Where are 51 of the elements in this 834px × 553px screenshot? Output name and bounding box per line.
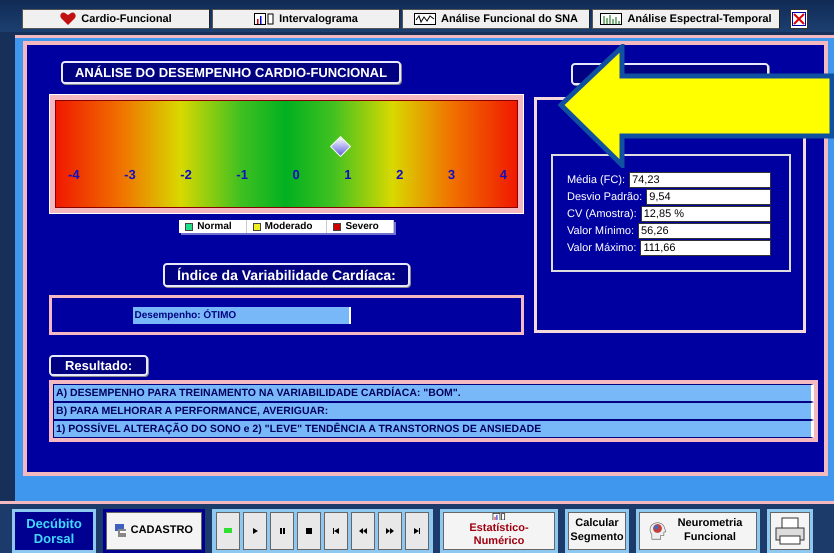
stat-value-field: 9,54 <box>646 189 771 205</box>
close-icon <box>792 12 806 26</box>
chart-icon <box>254 13 274 25</box>
tab[interactable]: Cardio-Funcional <box>22 9 210 29</box>
stat-label: Desvio Padrão: <box>567 191 642 203</box>
media-button[interactable] <box>270 512 294 550</box>
index-field: Desempenho: ÓTIMO <box>132 306 350 324</box>
printer-icon <box>774 516 806 546</box>
stat-value-field: 12,85 % <box>640 206 771 222</box>
tab[interactable]: Intervalograma <box>212 9 400 29</box>
close-button[interactable] <box>790 9 808 29</box>
scale-label: -4 <box>68 166 80 182</box>
scale-label: 3 <box>448 166 456 182</box>
neurometry-button[interactable]: Neurometria Funcional <box>639 512 757 550</box>
stat-label: CV (Amostra): <box>567 208 637 220</box>
legend-item: Normal <box>179 220 247 233</box>
tab[interactable]: Análise Funcional do SNA <box>402 9 590 29</box>
segment-button[interactable]: Calcular Segmento <box>568 512 626 550</box>
spectrum-icon <box>600 13 622 25</box>
tab[interactable]: Análise Espectral-Temporal <box>592 9 780 29</box>
media-button[interactable] <box>351 512 375 550</box>
print-button[interactable] <box>770 512 810 550</box>
section-title: Índice da Variabilidade Cardíaca: <box>163 263 410 287</box>
stat-label: Valor Mínimo: <box>567 225 634 237</box>
scale-label: -1 <box>236 166 248 182</box>
media-button[interactable] <box>378 512 402 550</box>
cadastro-button[interactable]: CADASTRO <box>106 512 202 550</box>
section-title: Resultado: <box>49 355 148 376</box>
scale-label: 2 <box>396 166 404 182</box>
section-title: ANÁLISE DO DESEMPENHO CARDIO-FUNCIONAL <box>61 61 402 84</box>
media-button[interactable] <box>297 512 321 550</box>
legend-item: Moderado <box>246 220 328 233</box>
scale-label: 0 <box>292 166 300 182</box>
scale-label: 1 <box>344 166 352 182</box>
waveform-icon <box>414 13 436 25</box>
scale-label: 4 <box>500 166 507 182</box>
button-label: Neurometria Funcional <box>676 517 744 544</box>
stat-value-field: 111,66 <box>640 240 771 256</box>
legend-item: Severo <box>327 220 394 233</box>
scale-label: -2 <box>180 166 192 182</box>
media-button[interactable] <box>405 512 429 550</box>
stat-value-field: 74,23 <box>629 172 771 188</box>
statistics-button[interactable]: Estatístico-Numérico <box>443 512 555 550</box>
scale-label: -3 <box>124 166 136 182</box>
stat-label: Valor Máximo: <box>567 242 636 254</box>
position-label: Decúbito Dorsal <box>15 512 93 550</box>
heart-icon <box>60 12 76 26</box>
stat-label: Média (FC): <box>567 174 626 186</box>
stat-value-field: 56,26 <box>638 223 771 239</box>
media-button[interactable] <box>324 512 348 550</box>
form-icon <box>115 524 126 537</box>
